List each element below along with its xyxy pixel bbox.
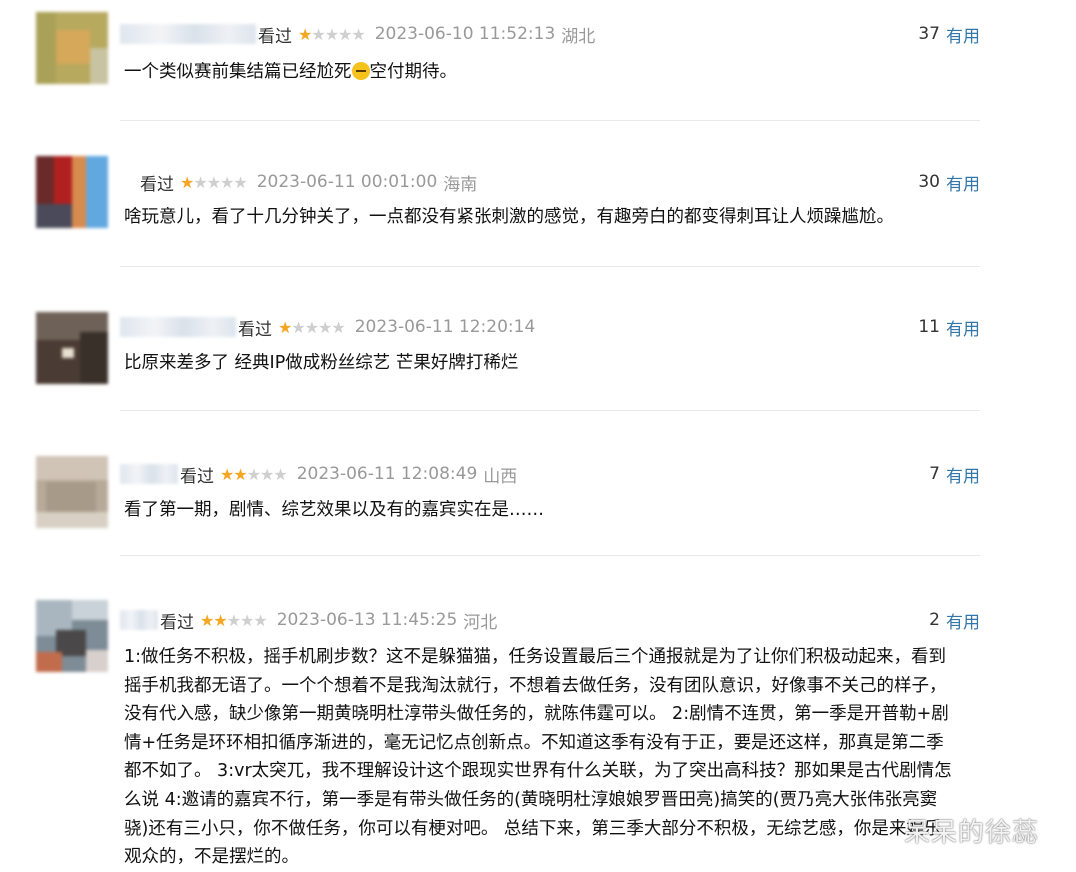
rating-status: 看过: [140, 174, 174, 195]
star-icon: ★: [226, 610, 241, 630]
avatar[interactable]: [36, 456, 108, 528]
star-icon: ★: [200, 610, 214, 630]
comment-time: 2023-06-11 00:01:00: [256, 172, 438, 192]
star-icon: ★: [233, 172, 247, 192]
star-icon: ★: [291, 317, 305, 337]
rating-status: 看过: [258, 26, 292, 47]
star-icon: ★: [273, 464, 287, 484]
helpful-button[interactable]: 有用: [946, 608, 980, 633]
comment-time: 2023-06-10 11:52:13: [374, 24, 556, 44]
star-icon: ★: [246, 464, 261, 484]
star-rating: ★ ★ ★ ★ ★: [180, 172, 248, 192]
rating-status: 看过: [238, 319, 272, 340]
star-rating: ★ ★ ★ ★ ★: [220, 464, 288, 484]
star-icon: ★: [213, 610, 227, 630]
comment-text: 看了第一期，剧情、综艺效果以及有的嘉宾实在是……: [124, 500, 544, 520]
username[interactable]: [120, 610, 158, 630]
comment-location: 山西: [483, 466, 518, 487]
star-icon: ★: [318, 317, 332, 337]
divider: [120, 555, 980, 556]
divider: [120, 120, 980, 121]
comment-line: 摇手机我都无语了。一个个想着不是我淘汰就行，不想着去做任务，没有团队意识，好像事…: [124, 675, 947, 696]
star-rating: ★ ★ ★ ★ ★: [298, 24, 366, 44]
expressionless-emoji-icon: [351, 62, 370, 80]
comment-time: 2023-06-13 11:45:25: [276, 610, 458, 630]
divider: [120, 410, 980, 411]
vote-count: 37: [918, 24, 940, 44]
star-icon: ★: [253, 610, 267, 630]
comment-location: 湖北: [561, 26, 596, 47]
star-icon: ★: [278, 317, 292, 337]
star-icon: ★: [240, 610, 254, 630]
username[interactable]: [120, 24, 256, 44]
comment-text-part: 空付期待。: [369, 62, 458, 82]
username[interactable]: [120, 317, 236, 337]
star-icon: ★: [220, 464, 234, 484]
vote-count: 7: [929, 464, 940, 484]
vote-count: 2: [929, 610, 940, 630]
star-rating: ★ ★ ★ ★ ★: [278, 317, 346, 337]
vote-count: 30: [918, 172, 940, 192]
star-icon: ★: [324, 24, 339, 44]
divider: [120, 266, 980, 267]
comment-time: 2023-06-11 12:20:14: [354, 317, 536, 337]
comment-text: 啥玩意儿，看了十几分钟关了，一点都没有紧张刺激的感觉，有趣旁白的都变得刺耳让人烦…: [124, 207, 894, 227]
rating-status: 看过: [160, 612, 194, 633]
star-icon: ★: [206, 172, 221, 192]
comment-text: 比原来差多了 经典IP做成粉丝综艺 芒果好牌打稀烂: [124, 353, 519, 373]
avatar[interactable]: [36, 312, 108, 384]
star-icon: ★: [311, 24, 325, 44]
comment-line: 1:做任务不积极，摇手机刷步数？这不是躲猫猫，任务设置最后三个通报就是为了让你们…: [124, 647, 947, 667]
comment-text-part: 一个类似赛前集结篇已经尬死: [124, 62, 352, 82]
star-icon: ★: [331, 317, 345, 337]
avatar[interactable]: [36, 156, 108, 228]
comment-line: 观众的，不是摆烂的。: [124, 847, 299, 868]
comment-line: 没有代入感，缺少像第一期黄晓明杜淳带头做任务的，就陈伟霆可以。 2:剧情不连贯，…: [124, 704, 949, 725]
helpful-button[interactable]: 有用: [946, 462, 980, 487]
star-icon: ★: [351, 24, 365, 44]
avatar[interactable]: [36, 600, 108, 672]
star-icon: ★: [220, 172, 234, 192]
star-icon: ★: [233, 464, 247, 484]
helpful-button[interactable]: 有用: [946, 170, 980, 195]
comment-line: 情+任务是环环相扣循序渐进的，毫无记忆点创新点。不知道这季有没有于正，要是还这样…: [124, 732, 944, 753]
username[interactable]: [120, 464, 178, 484]
comment-line: 骁)还有三小只，你不做任务，你可以有梗对吧。 总结下来，第三季大部分不积极，无综…: [124, 818, 942, 839]
comment-location: 河北: [463, 612, 498, 633]
helpful-button[interactable]: 有用: [946, 315, 980, 340]
helpful-button[interactable]: 有用: [946, 22, 980, 47]
avatar[interactable]: [36, 12, 108, 84]
comment-line: 么说 4:邀请的嘉宾不行，第一季是有带头做任务的(黄晓明杜淳娘娘罗晋田亮)搞笑的…: [124, 789, 938, 810]
star-icon: ★: [180, 172, 194, 192]
star-icon: ★: [260, 464, 274, 484]
comment-time: 2023-06-11 12:08:49: [296, 464, 478, 484]
comment-line: 都不如了。 3:vr太突兀，我不理解设计这个跟现实世界有什么关联，为了突出高科技…: [124, 761, 952, 782]
star-icon: ★: [304, 317, 319, 337]
comment-text: 1:做任务不积极，摇手机刷步数？这不是躲猫猫，任务设置最后三个通报就是为了让你们…: [124, 643, 980, 872]
star-icon: ★: [193, 172, 207, 192]
comment-text: 一个类似赛前集结篇已经尬死 空付期待。: [124, 58, 980, 87]
star-icon: ★: [338, 24, 352, 44]
star-rating: ★ ★ ★ ★ ★: [200, 610, 268, 630]
vote-count: 11: [918, 317, 940, 337]
rating-status: 看过: [180, 466, 214, 487]
star-icon: ★: [298, 24, 312, 44]
comment-location: 海南: [443, 174, 478, 195]
watermark: 呆呆的徐蕊: [904, 818, 1040, 848]
